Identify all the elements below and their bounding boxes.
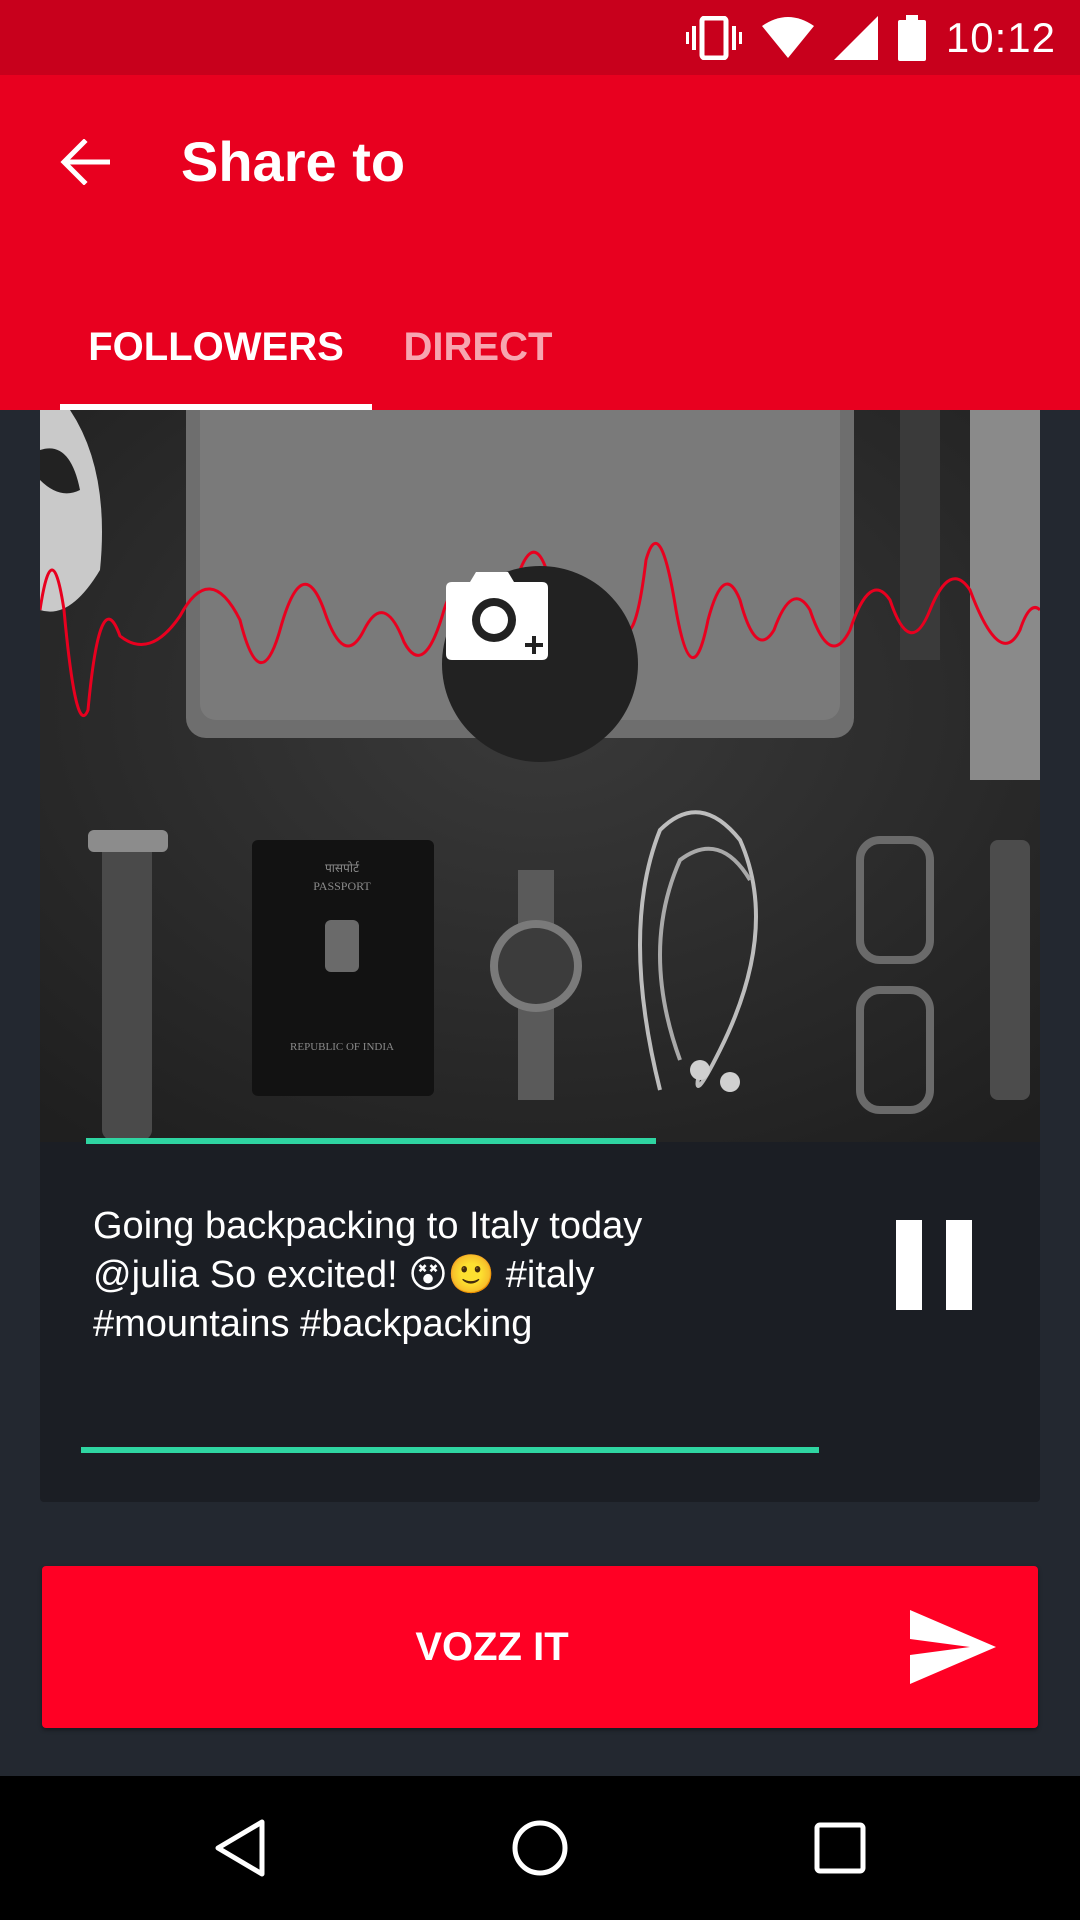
page-title: Share to [181,130,406,193]
vibrate-icon [685,15,742,60]
vozz-it-button[interactable]: VOZZ IT [42,1566,1038,1728]
send-icon [910,1610,996,1684]
vozz-it-label: VOZZ IT [415,1624,569,1669]
navigation-bar [0,1776,1080,1920]
arrow-back-icon [60,139,110,185]
app-bar: Share to FOLLOWERS DIRECT [0,75,1080,410]
signal-icon [833,15,878,60]
battery-icon [897,14,926,61]
caption-text[interactable]: Going backpacking to Italy today @julia … [93,1202,783,1349]
add-photo-button[interactable] [442,566,638,762]
back-triangle-icon [215,1819,265,1877]
nav-home-button[interactable] [500,1808,580,1888]
playback-progress [86,1138,656,1144]
home-circle-icon [512,1820,568,1876]
wifi-icon [761,16,814,58]
camera-plus-icon [446,572,548,660]
nav-back-button[interactable] [200,1808,280,1888]
tab-followers[interactable]: FOLLOWERS [60,285,372,410]
pause-button[interactable] [896,1220,972,1310]
post-card: पासपोर्ट PASSPORT REPUBLIC OF INDIA Goin… [40,410,1040,1502]
nav-recents-button[interactable] [800,1808,880,1888]
back-button[interactable] [50,127,120,197]
tab-direct[interactable]: DIRECT [372,285,584,410]
media-preview[interactable]: पासपोर्ट PASSPORT REPUBLIC OF INDIA [40,410,1040,1142]
pause-icon [896,1220,922,1310]
recents-square-icon [814,1822,866,1874]
status-bar: 10:12 [0,0,1080,75]
status-time: 10:12 [945,13,1056,61]
caption-underline [81,1447,819,1453]
audio-waveform [40,541,1040,718]
